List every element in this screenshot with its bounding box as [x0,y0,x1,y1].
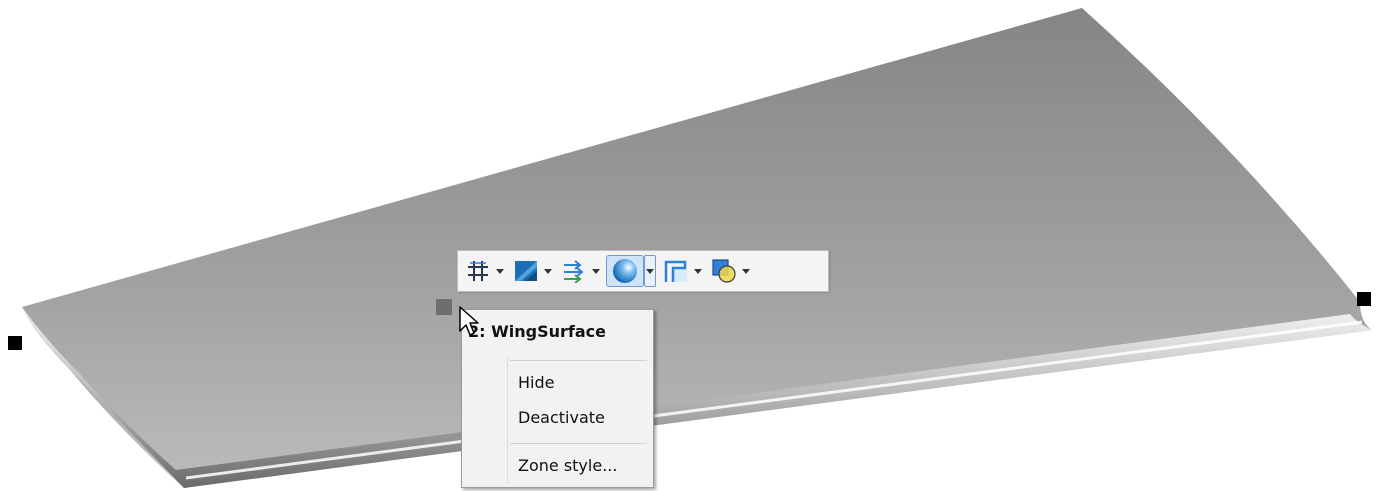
zone-style-toolbar [457,250,829,292]
contour-group [510,253,554,289]
vector-group [558,253,602,289]
edge-dropdown[interactable] [692,255,704,287]
menu-item-hide[interactable]: Hide [510,369,649,397]
shade-button[interactable] [606,255,644,287]
edge-group [660,253,704,289]
contour-flood-icon [515,261,537,281]
contour-dropdown[interactable] [542,255,554,287]
edge-corner-icon [664,260,687,282]
context-menu: 2: WingSurface Hide Deactivate Zone styl… [461,309,654,488]
shade-dropdown[interactable] [644,255,656,287]
menu-zone-title: 2: WingSurface [468,322,606,341]
vector-arrows-icon [564,260,584,283]
menu-item-deactivate[interactable]: Deactivate [510,404,649,432]
menu-item-zone-style[interactable]: Zone style... [510,452,649,480]
3d-viewport[interactable] [0,0,1380,491]
contour-button[interactable] [510,255,542,287]
shade-group [606,253,656,289]
mouse-cursor-icon [459,306,479,336]
selection-handle-left[interactable] [8,336,22,350]
mesh-button[interactable] [462,255,494,287]
translucency-overlap-icon [712,259,736,283]
chevron-down-icon [646,268,654,274]
translucency-button[interactable] [708,255,740,287]
menu-separator [510,360,647,361]
menu-separator [510,443,647,444]
edge-button[interactable] [660,255,692,287]
chevron-down-icon [544,268,552,274]
chevron-down-icon [592,268,600,274]
mesh-grid-icon [468,261,488,281]
menu-icon-gutter [507,356,508,483]
vector-dropdown[interactable] [590,255,602,287]
selection-handle-center[interactable] [436,299,452,315]
shade-sphere-icon [613,259,637,283]
translucency-group [708,253,752,289]
selection-handle-right[interactable] [1357,292,1371,306]
chevron-down-icon [694,268,702,274]
mesh-group [462,253,506,289]
chevron-down-icon [742,268,750,274]
chevron-down-icon [496,268,504,274]
vector-button[interactable] [558,255,590,287]
mesh-dropdown[interactable] [494,255,506,287]
translucency-dropdown[interactable] [740,255,752,287]
